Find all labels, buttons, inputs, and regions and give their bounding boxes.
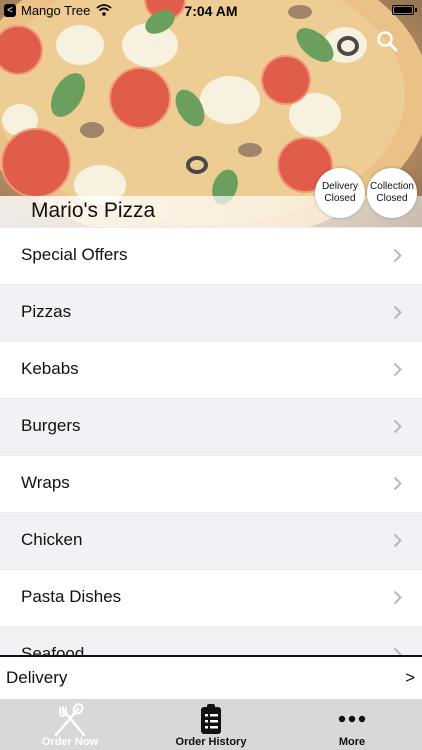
delivery-status-line1: Delivery <box>321 181 359 192</box>
clipboard-icon <box>201 704 221 734</box>
category-kebabs[interactable]: Kebabs <box>0 341 422 398</box>
category-burgers[interactable]: Burgers <box>0 398 422 455</box>
tab-label: Order Now <box>41 736 99 748</box>
category-pasta-dishes[interactable]: Pasta Dishes <box>0 569 422 626</box>
category-special-offers[interactable]: Special Offers <box>0 227 422 284</box>
fork-knife-icon <box>54 703 86 737</box>
category-label: Pasta Dishes <box>21 587 122 606</box>
status-time: 7:04 AM <box>184 3 238 19</box>
chevron-right-icon <box>393 305 402 320</box>
chevron-right-icon <box>393 590 402 605</box>
collection-status-badge: Collection Closed <box>367 168 417 218</box>
chevron-right-icon <box>393 419 402 434</box>
status-bar: < Mango Tree 7:04 AM <box>0 0 422 22</box>
tab-label: More <box>338 736 366 748</box>
tab-label: Order History <box>175 736 247 748</box>
search-icon[interactable] <box>376 30 398 52</box>
chevron-right-icon <box>393 248 402 263</box>
more-dots-icon <box>338 715 366 723</box>
category-label: Chicken <box>21 530 83 549</box>
chevron-right-icon <box>393 362 402 377</box>
category-label: Special Offers <box>21 245 128 264</box>
tab-more[interactable]: More <box>282 699 422 750</box>
chevron-right-icon <box>393 533 402 548</box>
restaurant-name: Mario's Pizza <box>31 199 156 222</box>
collection-status-line2: Closed <box>376 193 408 204</box>
chevron-right-icon <box>393 476 402 491</box>
category-chicken[interactable]: Chicken <box>0 512 422 569</box>
category-wraps[interactable]: Wraps <box>0 455 422 512</box>
category-label: Burgers <box>21 416 81 435</box>
category-label: Wraps <box>21 473 70 492</box>
delivery-mode-arrow: > <box>405 668 415 687</box>
category-pizzas[interactable]: Pizzas <box>0 284 422 341</box>
collection-status-line1: Collection <box>370 181 414 192</box>
delivery-mode-label: Delivery <box>6 668 68 687</box>
category-label: Pizzas <box>21 302 72 321</box>
category-seafood[interactable]: Seafood <box>0 626 422 655</box>
delivery-status-line2: Closed <box>324 193 356 204</box>
category-list[interactable]: Special Offers Pizzas Kebabs Burgers Wra… <box>0 227 422 655</box>
category-label: Kebabs <box>21 359 79 378</box>
delivery-status-badge: Delivery Closed <box>315 168 365 218</box>
tab-order-now[interactable]: Order Now <box>0 699 140 750</box>
tab-order-history[interactable]: Order History <box>141 699 281 750</box>
delivery-mode-bar[interactable]: Delivery > <box>0 655 422 699</box>
tab-bar: Order Now Order History More <box>0 699 422 750</box>
battery-icon <box>392 5 417 15</box>
chevron-right-icon <box>393 647 402 655</box>
category-label: Seafood <box>21 644 85 655</box>
